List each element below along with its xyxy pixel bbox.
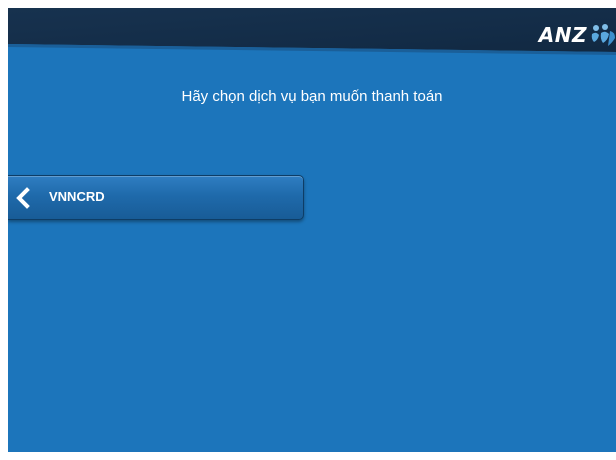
anz-people-logo-icon [591, 24, 615, 46]
header-bar [8, 8, 616, 52]
service-prompt: Hãy chọn dịch vụ bạn muốn thanh toán [181, 88, 443, 105]
atm-screen: ANZ Hãy chọn dịch vụ bạn muốn thanh toán… [8, 8, 616, 452]
brand-name: ANZ [538, 23, 587, 47]
service-button-vnncrd[interactable]: VNNCRD [8, 175, 304, 220]
service-button-label: VNNCRD [49, 189, 105, 204]
anz-logo: ANZ [539, 22, 616, 48]
chevron-left-icon [16, 187, 30, 209]
